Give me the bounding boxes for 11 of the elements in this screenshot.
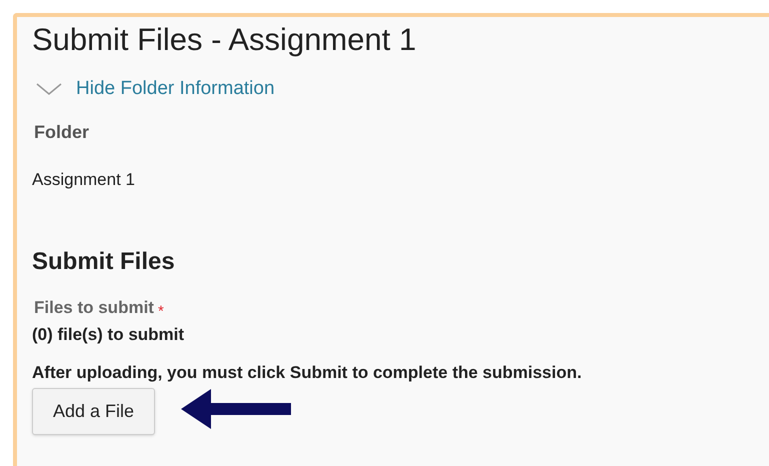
folder-toggle-link[interactable]: Hide Folder Information	[32, 77, 275, 101]
chevron-down-icon	[36, 82, 62, 96]
section-heading: Submit Files	[32, 247, 175, 277]
required-mark: *	[158, 304, 164, 318]
page-title: Submit Files - Assignment 1	[32, 21, 416, 59]
folder-label: Folder	[33, 121, 90, 143]
folder-name: Assignment 1	[32, 169, 135, 191]
file-count: (0) file(s) to submit	[32, 324, 184, 346]
add-file-button[interactable]: Add a File	[32, 388, 156, 434]
field-label: Files to submit	[34, 297, 154, 319]
instruction-text: After uploading, you must click Submit to complete the submission.	[32, 362, 582, 384]
